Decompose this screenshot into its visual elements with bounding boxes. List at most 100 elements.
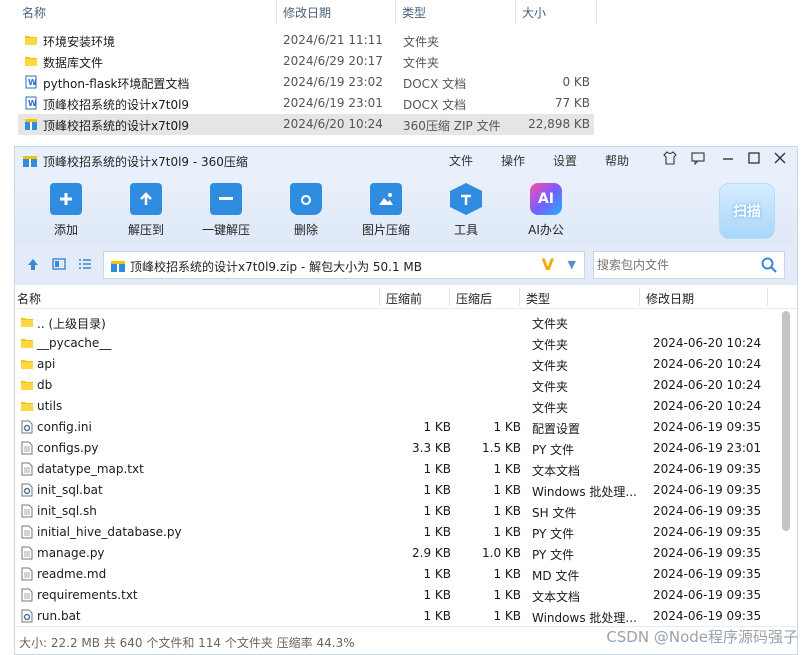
column-header-type[interactable]: 类型 xyxy=(526,290,550,307)
up-arrow-icon[interactable] xyxy=(25,257,41,273)
file-cell-name: init_sql.sh xyxy=(37,504,97,518)
tools-button[interactable]: 工具 xyxy=(429,183,503,238)
explorer-cell-size: 0 KB xyxy=(562,75,590,89)
toolbar: 添加 解压到 一键解压 删除 图片压缩 工具 AI AI办公 扫描 xyxy=(15,175,797,245)
file-cell-name: requirements.txt xyxy=(37,588,138,602)
explorer-cell-name: 环境安装环境 xyxy=(43,35,116,49)
explorer-row[interactable]: 环境安装环境 2024/6/21 11:11 文件夹 xyxy=(18,30,594,51)
explorer-cell-name: 顶峰校招系统的设计x7t0l9 xyxy=(43,98,190,112)
file-list-header: 名称 压缩前 压缩后 类型 修改日期 xyxy=(15,285,797,309)
one-click-extract-button[interactable]: 一键解压 xyxy=(189,183,263,238)
explorer-row[interactable]: W 顶峰校招系统的设计x7t0l9 2024/6/19 23:01 DOCX 文档 77… xyxy=(18,93,594,114)
column-header-before[interactable]: 压缩前 xyxy=(386,290,422,307)
column-header-date[interactable]: 修改日期 xyxy=(283,4,331,21)
column-header-type[interactable]: 类型 xyxy=(402,4,426,21)
file-row[interactable]: run.bat 1 KB 1 KB Windows 批处理... 2024-06-19 … xyxy=(15,606,777,627)
file-cell-date: 2024-06-19 09:35 xyxy=(653,462,762,476)
add-button[interactable]: 添加 xyxy=(29,183,103,238)
file-cell-before: 1 KB xyxy=(423,462,451,476)
search-box[interactable] xyxy=(593,251,785,279)
explorer-cell-name: python-flask环境配置文档 xyxy=(43,77,190,91)
file-cell-name: api xyxy=(37,357,56,371)
add-label: 添加 xyxy=(53,223,78,237)
maximize-icon[interactable] xyxy=(745,151,763,169)
explorer-row[interactable]: 数据库文件 2024/6/29 20:17 文件夹 xyxy=(18,51,594,72)
file-cell-type: 配置设置 xyxy=(532,422,581,436)
file-row[interactable]: api 文件夹 2024-06-20 10:24 xyxy=(15,354,777,375)
file-cell-before: 3.3 KB xyxy=(412,441,451,455)
file-cell-type: 文件夹 xyxy=(532,380,569,394)
file-row[interactable]: readme.md 1 KB 1 KB MD 文件 2024-06-19 09:35 xyxy=(15,564,777,585)
file-row[interactable]: manage.py 2.9 KB 1.0 KB PY 文件 2024-06-19 09:… xyxy=(15,543,777,564)
search-icon[interactable] xyxy=(760,256,778,274)
explorer-row[interactable]: Wpython-flask环境配置文档 2024/6/19 23:02 DOCX 文… xyxy=(18,72,594,93)
file-row[interactable]: datatype_map.txt 1 KB 1 KB 文本文档 2024-06-19 0… xyxy=(15,459,777,480)
menu-file[interactable]: 文件 xyxy=(449,152,473,169)
search-input[interactable] xyxy=(595,253,755,277)
image-compress-button[interactable]: 图片压缩 xyxy=(349,183,423,238)
file-row[interactable]: init_sql.sh 1 KB 1 KB SH 文件 2024-06-19 09:35 xyxy=(15,501,777,522)
file-row[interactable]: init_sql.bat 1 KB 1 KB Windows 批处理... 2024-0… xyxy=(15,480,777,501)
archive-path-bar[interactable]: 顶峰校招系统的设计x7t0l9.zip - 解包大小为 50.1 MB V ▼ xyxy=(103,251,585,279)
file-cell-date: 2024-06-20 10:24 xyxy=(653,357,762,371)
column-header-size[interactable]: 大小 xyxy=(522,4,546,21)
file-cell-after: 1.0 KB xyxy=(482,546,521,560)
file-cell-date: 2024-06-19 23:01 xyxy=(653,441,762,455)
file-list: 名称 压缩前 压缩后 类型 修改日期 .. (上级目录) 文件夹 __pycache… xyxy=(15,285,797,627)
svg-text:W: W xyxy=(28,99,37,108)
settings-file-icon xyxy=(20,609,34,626)
column-header-name[interactable]: 名称 xyxy=(17,290,41,307)
archive-path-text: 顶峰校招系统的设计x7t0l9.zip - 解包大小为 50.1 MB xyxy=(130,260,423,274)
file-cell-name: __pycache__ xyxy=(37,336,112,350)
delete-label: 删除 xyxy=(293,223,318,237)
file-row[interactable]: utils 文件夹 2024-06-20 10:24 xyxy=(15,396,777,417)
explorer-cell-date: 2024/6/29 20:17 xyxy=(283,54,383,68)
zip-archive-icon xyxy=(24,117,38,134)
file-row[interactable]: config.ini 1 KB 1 KB 配置设置 2024-06-19 09:35 xyxy=(15,417,777,438)
tools-label: 工具 xyxy=(453,223,478,237)
file-row[interactable]: .. (上级目录) 文件夹 xyxy=(15,312,777,333)
file-cell-date: 2024-06-19 09:35 xyxy=(653,483,762,497)
thumbnail-view-icon[interactable] xyxy=(51,257,67,273)
zip-archive-icon xyxy=(111,261,125,272)
menu-help[interactable]: 帮助 xyxy=(605,152,629,169)
file-cell-name: initial_hive_database.py xyxy=(37,525,182,539)
column-header-date[interactable]: 修改日期 xyxy=(646,290,694,307)
file-row[interactable]: configs.py 3.3 KB 1.5 KB PY 文件 2024-06-19 23… xyxy=(15,438,777,459)
scan-button[interactable]: 扫描 xyxy=(719,183,775,239)
verified-v-icon[interactable]: V xyxy=(542,255,554,274)
extract-to-button[interactable]: 解压到 xyxy=(109,183,183,238)
explorer-row[interactable]: 顶峰校招系统的设计x7t0l9 2024/6/20 10:24 360压缩 ZIP … xyxy=(18,114,594,135)
column-header-name[interactable]: 名称 xyxy=(22,4,46,21)
skin-icon[interactable] xyxy=(661,151,679,169)
text-file-icon xyxy=(20,504,34,521)
file-row[interactable]: db 文件夹 2024-06-20 10:24 xyxy=(15,375,777,396)
menu-operation[interactable]: 操作 xyxy=(501,152,525,169)
vertical-scrollbar[interactable] xyxy=(781,309,791,627)
feedback-icon[interactable] xyxy=(689,151,707,169)
delete-button[interactable]: 删除 xyxy=(269,183,343,238)
chevron-down-icon[interactable]: ▼ xyxy=(568,258,576,271)
file-cell-after: 1 KB xyxy=(493,525,521,539)
file-cell-date: 2024-06-20 10:24 xyxy=(653,336,762,350)
one-click-extract-label: 一键解压 xyxy=(201,223,250,237)
settings-file-icon xyxy=(20,483,34,500)
file-row[interactable]: __pycache__ 文件夹 2024-06-20 10:24 xyxy=(15,333,777,354)
folder-icon xyxy=(20,399,34,416)
list-view-icon[interactable] xyxy=(77,257,93,273)
column-header-after[interactable]: 压缩后 xyxy=(456,290,492,307)
ai-office-button[interactable]: AI AI办公 xyxy=(509,183,583,238)
file-cell-before: 1 KB xyxy=(423,525,451,539)
file-row[interactable]: initial_hive_database.py 1 KB 1 KB PY 文件 202… xyxy=(15,522,777,543)
file-cell-type: PY 文件 xyxy=(532,548,575,562)
title-bar[interactable]: 顶峰校招系统的设计x7t0l9 - 360压缩 文件 操作 设置 帮助 xyxy=(15,147,797,175)
text-file-icon xyxy=(20,567,34,584)
minimize-icon[interactable] xyxy=(719,151,737,169)
explorer-column-headers: 名称 修改日期 类型 大小 xyxy=(0,0,812,24)
menu-settings[interactable]: 设置 xyxy=(553,152,577,169)
scrollbar-thumb[interactable] xyxy=(782,311,790,531)
file-cell-before: 1 KB xyxy=(423,609,451,623)
file-row[interactable]: requirements.txt 1 KB 1 KB 文本文档 2024-06-19 0… xyxy=(15,585,777,606)
close-icon[interactable] xyxy=(771,151,789,169)
file-cell-date: 2024-06-19 09:35 xyxy=(653,567,762,581)
